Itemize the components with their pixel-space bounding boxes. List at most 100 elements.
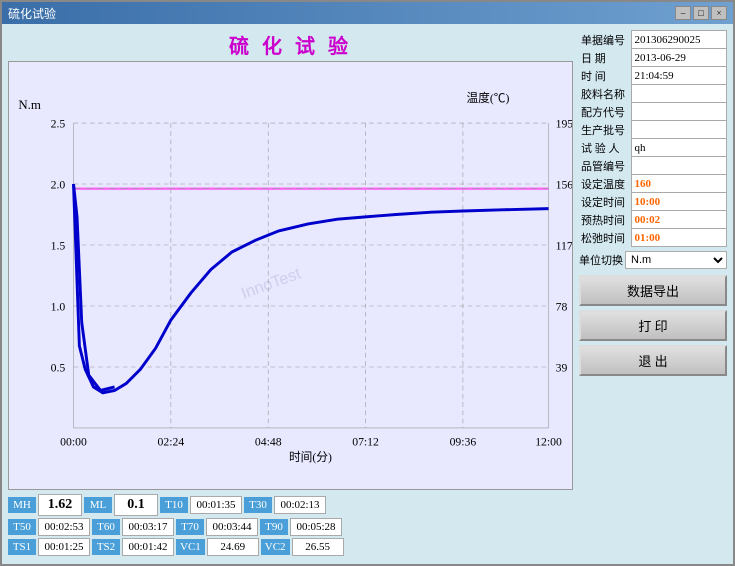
unit-row: 单位切换 N.m kgf·cm lbf·in (579, 251, 727, 269)
stats-row-1: MH 1.62 ML 0.1 T10 00:01:35 T30 00:02:13 (8, 494, 573, 516)
relax-row: 松弛时间 01:00 (579, 229, 727, 247)
svg-text:07:12: 07:12 (352, 436, 379, 449)
svg-text:02:24: 02:24 (158, 436, 185, 449)
relax-value[interactable]: 01:00 (631, 229, 727, 247)
info-table: 单据编号 201306290025 日 期 2013-06-29 时 间 21:… (579, 30, 727, 247)
order-row: 单据编号 201306290025 (579, 31, 727, 49)
button-group: 数据导出 打 印 退 出 (579, 275, 727, 376)
svg-text:04:48: 04:48 (255, 436, 282, 449)
time-set-label: 设定时间 (579, 193, 631, 211)
svg-text:时间(分): 时间(分) (289, 451, 332, 464)
ml-cell: ML 0.1 (84, 494, 158, 516)
time-label: 时 间 (579, 67, 631, 85)
svg-text:12:00: 12:00 (535, 436, 562, 449)
preheat-value[interactable]: 00:02 (631, 211, 727, 229)
tester-value[interactable]: qh (631, 139, 727, 157)
preheat-label: 预热时间 (579, 211, 631, 229)
batch-value[interactable] (631, 121, 727, 139)
relax-label: 松弛时间 (579, 229, 631, 247)
order-label: 单据编号 (579, 31, 631, 49)
svg-text:09:36: 09:36 (450, 436, 477, 449)
t70-cell: T70 00:03:44 (176, 518, 258, 536)
svg-text:1.0: 1.0 (51, 301, 66, 314)
batch-label: 生产批号 (579, 121, 631, 139)
ts2-value: 00:01:42 (122, 538, 174, 556)
export-button[interactable]: 数据导出 (579, 275, 727, 306)
svg-text:195: 195 (556, 118, 572, 131)
vc2-cell: VC2 26.55 (261, 538, 344, 556)
window-title: 硫化试验 (8, 5, 56, 22)
exit-button[interactable]: 退 出 (579, 345, 727, 376)
ts1-label: TS1 (8, 539, 36, 555)
batch-row: 生产批号 (579, 121, 727, 139)
vc1-label: VC1 (176, 539, 205, 555)
main-content: 硫 化 试 验 N.m 温度(℃) (2, 24, 733, 564)
stats-row-3: TS1 00:01:25 TS2 00:01:42 VC1 24.69 VC2 … (8, 538, 573, 556)
t60-label: T60 (92, 519, 120, 535)
svg-text:0.5: 0.5 (51, 362, 66, 375)
t60-value: 00:03:17 (122, 518, 174, 536)
stats-row-2: T50 00:02:53 T60 00:03:17 T70 00:03:44 T… (8, 518, 573, 536)
svg-text:2.0: 2.0 (51, 179, 66, 192)
time-value: 21:04:59 (631, 67, 727, 85)
t10-cell: T10 00:01:35 (160, 494, 242, 516)
t30-label: T30 (244, 497, 272, 513)
svg-text:1.5: 1.5 (51, 240, 66, 253)
ts2-cell: TS2 00:01:42 (92, 538, 174, 556)
temp-set-row: 设定温度 160 (579, 175, 727, 193)
t70-label: T70 (176, 519, 204, 535)
material-row: 胶料名称 (579, 85, 727, 103)
temp-set-value[interactable]: 160 (631, 175, 727, 193)
tube-row: 品管编号 (579, 157, 727, 175)
mh-label: MH (8, 497, 36, 513)
minimize-button[interactable]: – (675, 6, 691, 20)
close-button[interactable]: × (711, 6, 727, 20)
tube-value[interactable] (631, 157, 727, 175)
vc1-value: 24.69 (207, 538, 259, 556)
print-button[interactable]: 打 印 (579, 310, 727, 341)
t60-cell: T60 00:03:17 (92, 518, 174, 536)
material-label: 胶料名称 (579, 85, 631, 103)
vc2-value: 26.55 (292, 538, 344, 556)
material-value[interactable] (631, 85, 727, 103)
unit-label: 单位切换 (579, 252, 623, 268)
unit-select[interactable]: N.m kgf·cm lbf·in (625, 251, 727, 269)
right-panel: 单据编号 201306290025 日 期 2013-06-29 时 间 21:… (579, 30, 727, 558)
t50-value: 00:02:53 (38, 518, 90, 536)
time-set-value[interactable]: 10:00 (631, 193, 727, 211)
t90-cell: T90 00:05:28 (260, 518, 342, 536)
date-label: 日 期 (579, 49, 631, 67)
maximize-button[interactable]: □ (693, 6, 709, 20)
ml-value: 0.1 (114, 494, 158, 516)
t30-cell: T30 00:02:13 (244, 494, 326, 516)
svg-text:2.5: 2.5 (51, 118, 66, 131)
chart-container: N.m 温度(℃) (8, 61, 573, 490)
t50-cell: T50 00:02:53 (8, 518, 90, 536)
ml-label: ML (84, 497, 112, 513)
mh-value: 1.62 (38, 494, 82, 516)
time-row: 时 间 21:04:59 (579, 67, 727, 85)
main-window: 硫化试验 – □ × 硫 化 试 验 N.m 温度(℃) (0, 0, 735, 566)
t90-label: T90 (260, 519, 288, 535)
window-controls: – □ × (675, 6, 727, 20)
preheat-row: 预热时间 00:02 (579, 211, 727, 229)
svg-text:温度(℃): 温度(℃) (466, 91, 509, 105)
chart-area: 硫 化 试 验 N.m 温度(℃) (8, 30, 573, 558)
mh-cell: MH 1.62 (8, 494, 82, 516)
order-value: 201306290025 (631, 31, 727, 49)
temp-set-label: 设定温度 (579, 175, 631, 193)
svg-text:00:00: 00:00 (60, 436, 87, 449)
date-value: 2013-06-29 (631, 49, 727, 67)
formula-value[interactable] (631, 103, 727, 121)
t90-value: 00:05:28 (290, 518, 342, 536)
svg-text:N.m: N.m (18, 98, 41, 112)
vc2-label: VC2 (261, 539, 290, 555)
vc1-cell: VC1 24.69 (176, 538, 259, 556)
svg-text:117: 117 (556, 240, 572, 253)
date-row: 日 期 2013-06-29 (579, 49, 727, 67)
tester-row: 试 验 人 qh (579, 139, 727, 157)
t70-value: 00:03:44 (206, 518, 258, 536)
chart-title: 硫 化 试 验 (8, 30, 573, 59)
tester-label: 试 验 人 (579, 139, 631, 157)
t30-value: 00:02:13 (274, 496, 326, 514)
